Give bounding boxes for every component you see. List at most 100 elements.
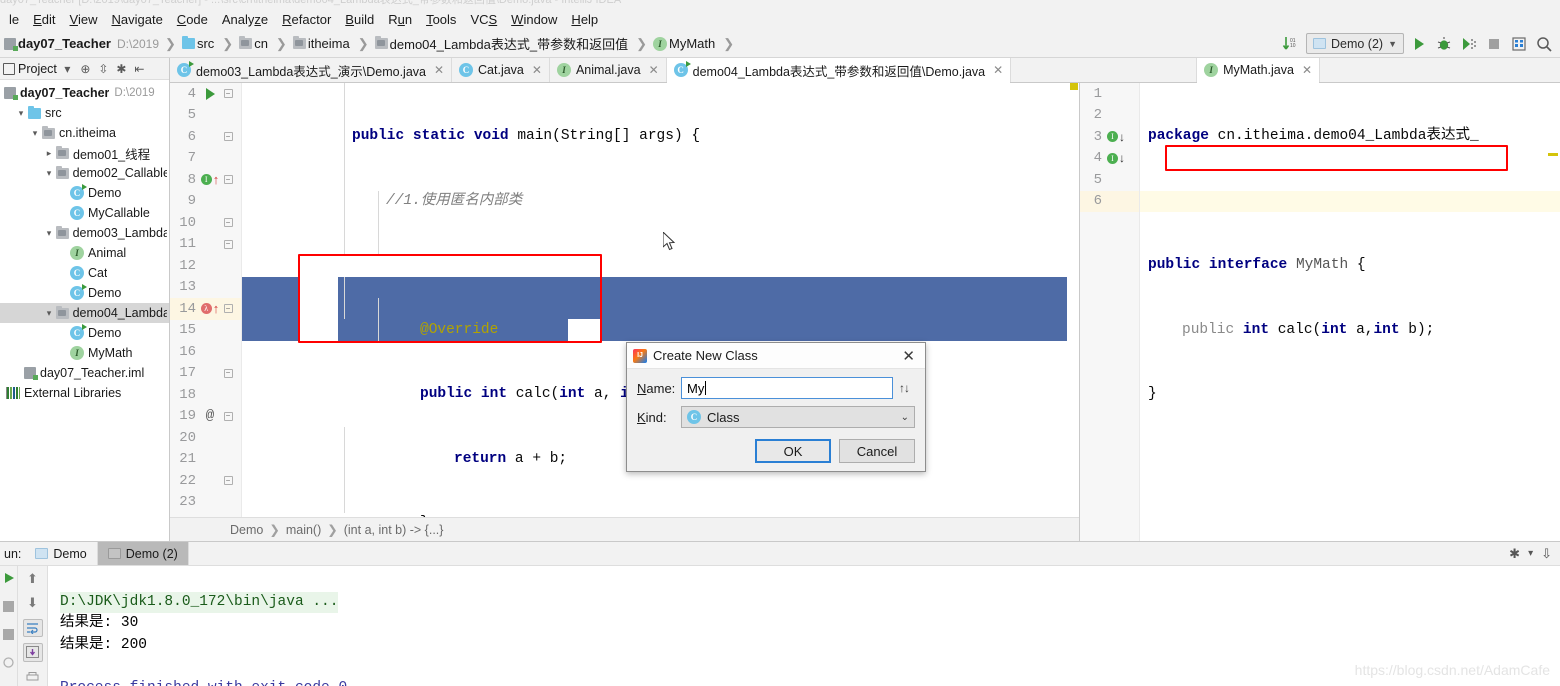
close-icon[interactable]: ✕ — [431, 63, 444, 77]
up-arrow-icon[interactable]: ⬆ — [23, 570, 43, 588]
close-icon[interactable]: ✕ — [898, 347, 919, 365]
close-icon[interactable]: ✕ — [990, 63, 1003, 77]
code-text-right[interactable]: package cn.itheima.demo04_Lambda表达式_ pub… — [1140, 83, 1560, 541]
tree-node-demo04[interactable]: ▾ demo04_Lambda — [0, 303, 169, 323]
tree-node-cn-itheima[interactable]: ▾ cn.itheima — [0, 123, 169, 143]
suspend-icon[interactable] — [0, 624, 19, 644]
menu-item-file[interactable]: le — [2, 11, 26, 28]
menu-item-code[interactable]: Code — [170, 11, 215, 28]
database-icon[interactable] — [1509, 34, 1529, 54]
menu-item-refactor[interactable]: Refactor — [275, 11, 338, 28]
editor-marker-strip-left[interactable] — [1067, 83, 1079, 517]
menu-item-help[interactable]: Help — [564, 11, 605, 28]
breadcrumb-lambda[interactable]: (int a, int b) -> {...} — [344, 523, 444, 537]
cancel-button[interactable]: Cancel — [839, 439, 915, 463]
menu-item-analyze[interactable]: Analyze — [215, 11, 275, 28]
fold-icon[interactable]: − — [223, 132, 233, 142]
editor-tab-animal[interactable]: I Animal.java ✕ — [549, 58, 667, 82]
collapse-all-icon[interactable]: ⇳ — [96, 61, 111, 76]
editor-tab-mymath[interactable]: I MyMath.java ✕ — [1197, 58, 1320, 83]
breadcrumb-item-itheima[interactable]: itheima — [292, 36, 352, 51]
search-everywhere-icon[interactable] — [1534, 34, 1554, 54]
fold-icon[interactable]: − — [223, 411, 233, 421]
editor-gutter-left[interactable]: 4− 5 6− 7 8 I ↑ − 9 10− 11− 12 13 14 λ ↑ − 15 … — [170, 83, 242, 517]
tree-node-external-libraries[interactable]: External Libraries — [0, 383, 169, 403]
tree-node-demo04-demo[interactable]: C Demo — [0, 323, 169, 343]
editor-tab-demo03[interactable]: C demo03_Lambda表达式_演示\Demo.java ✕ — [170, 58, 453, 82]
hide-icon[interactable]: ⇤ — [132, 61, 147, 76]
warning-marker[interactable] — [1070, 83, 1078, 90]
chevron-down-icon[interactable]: ▾ — [1528, 548, 1533, 559]
chevron-down-icon[interactable]: ▾ — [28, 128, 42, 139]
breadcrumb-item-package[interactable]: demo04_Lambda表达式_带参数和返回值 — [374, 34, 630, 53]
tree-node-demo01[interactable]: ▸ demo01_线程 — [0, 143, 169, 163]
implemented-by-icon[interactable]: I — [1107, 131, 1118, 143]
fold-icon[interactable]: − — [223, 175, 233, 185]
soft-wrap-icon[interactable] — [22, 618, 43, 638]
fold-icon[interactable]: − — [223, 368, 233, 378]
warning-marker-right[interactable] — [1548, 153, 1558, 156]
gear-icon[interactable]: ✱ — [114, 61, 129, 76]
tree-node-iml[interactable]: day07_Teacher.iml — [0, 363, 169, 383]
kind-select[interactable]: C Class ⌄ — [681, 406, 915, 428]
chevron-down-icon[interactable]: ▾ — [42, 308, 56, 319]
menu-item-window[interactable]: Window — [504, 11, 564, 28]
editor-gutter-right[interactable]: 1 2 3 I ↓ 4 I ↓ 5 6 — [1080, 83, 1140, 541]
breadcrumb-item-mymath[interactable]: I MyMath — [652, 36, 717, 51]
locate-icon[interactable]: ⊕ — [78, 61, 93, 76]
breadcrumb-class[interactable]: Demo — [230, 523, 263, 537]
close-icon[interactable]: ✕ — [529, 63, 542, 77]
down-arrow-icon[interactable]: ⬇ — [23, 594, 43, 612]
fold-icon[interactable]: − — [223, 218, 233, 228]
implementing-method-icon[interactable]: I — [200, 174, 212, 186]
menu-item-navigate[interactable]: Navigate — [104, 11, 169, 28]
run-gutter-icon[interactable] — [205, 87, 215, 100]
tree-node-demo03-demo[interactable]: C Demo — [0, 283, 169, 303]
code-viewport-left[interactable]: 4− 5 6− 7 8 I ↑ − 9 10− 11− 12 13 14 λ ↑ − 15 … — [170, 83, 1079, 517]
hide-icon[interactable]: ⇩ — [1541, 546, 1552, 562]
tree-node-mymath[interactable]: I MyMath — [0, 343, 169, 363]
run-with-coverage-icon[interactable] — [1459, 34, 1479, 54]
breadcrumb-item-cn[interactable]: cn — [239, 36, 270, 51]
menu-item-view[interactable]: View — [63, 11, 105, 28]
run-tab-demo[interactable]: Demo — [25, 542, 98, 565]
tree-node-demo03[interactable]: ▾ demo03_Lambda — [0, 223, 169, 243]
close-icon[interactable]: ✕ — [1299, 63, 1312, 77]
close-icon[interactable]: ✕ — [646, 63, 659, 77]
tree-node-demo02[interactable]: ▾ demo02_Callable — [0, 163, 169, 183]
sort-toggle-icon[interactable]: ↑↓ — [893, 381, 915, 395]
implemented-by-icon[interactable]: I — [1107, 152, 1118, 164]
fold-icon[interactable]: − — [223, 89, 233, 99]
menu-item-tools[interactable]: Tools — [419, 11, 463, 28]
name-input[interactable]: My — [681, 377, 893, 399]
tree-node-cat[interactable]: C Cat — [0, 263, 169, 283]
menu-item-run[interactable]: Run — [381, 11, 419, 28]
chevron-down-icon[interactable]: ▾ — [42, 228, 56, 239]
tree-node-module[interactable]: day07_Teacher D:\2019 — [0, 83, 169, 103]
fold-icon[interactable]: − — [223, 239, 233, 249]
tree-node-animal[interactable]: I Animal — [0, 243, 169, 263]
breadcrumb-item-module[interactable]: day07_Teacher D:\2019 — [4, 36, 159, 51]
fold-icon[interactable]: − — [223, 304, 233, 314]
console-output[interactable]: D:\JDK\jdk1.8.0_172\bin\java ... 结果是: 30… — [48, 566, 1560, 686]
tree-node-demo02-demo[interactable]: C Demo — [0, 183, 169, 203]
create-new-class-dialog[interactable]: Create New Class ✕ Name: My ↑↓ Kind: C C… — [626, 342, 926, 472]
ok-button[interactable]: OK — [755, 439, 831, 463]
sort-numeric-icon[interactable]: 01 10 — [1281, 34, 1301, 54]
breadcrumb-method[interactable]: main() — [286, 523, 321, 537]
menu-item-vcs[interactable]: VCS — [463, 11, 504, 28]
debug-icon[interactable] — [1434, 34, 1454, 54]
run-tab-demo-2[interactable]: Demo (2) — [97, 542, 189, 565]
menu-item-build[interactable]: Build — [338, 11, 381, 28]
chevron-down-icon[interactable]: ▾ — [60, 61, 75, 76]
run-configuration-selector[interactable]: Demo (2) ▼ — [1305, 33, 1404, 54]
trash-icon[interactable] — [0, 652, 19, 672]
chevron-down-icon[interactable]: ▾ — [14, 108, 28, 119]
stop-icon[interactable] — [0, 596, 19, 616]
print-icon[interactable] — [23, 668, 43, 686]
lambda-marker-icon[interactable]: λ — [200, 303, 212, 315]
gear-icon[interactable]: ✱ — [1509, 546, 1520, 562]
breadcrumb-item-src[interactable]: src — [181, 36, 216, 51]
scroll-to-end-icon[interactable] — [22, 643, 43, 662]
code-viewport-right[interactable]: 1 2 3 I ↓ 4 I ↓ 5 6 package cn.itheima.demo0… — [1080, 83, 1560, 541]
